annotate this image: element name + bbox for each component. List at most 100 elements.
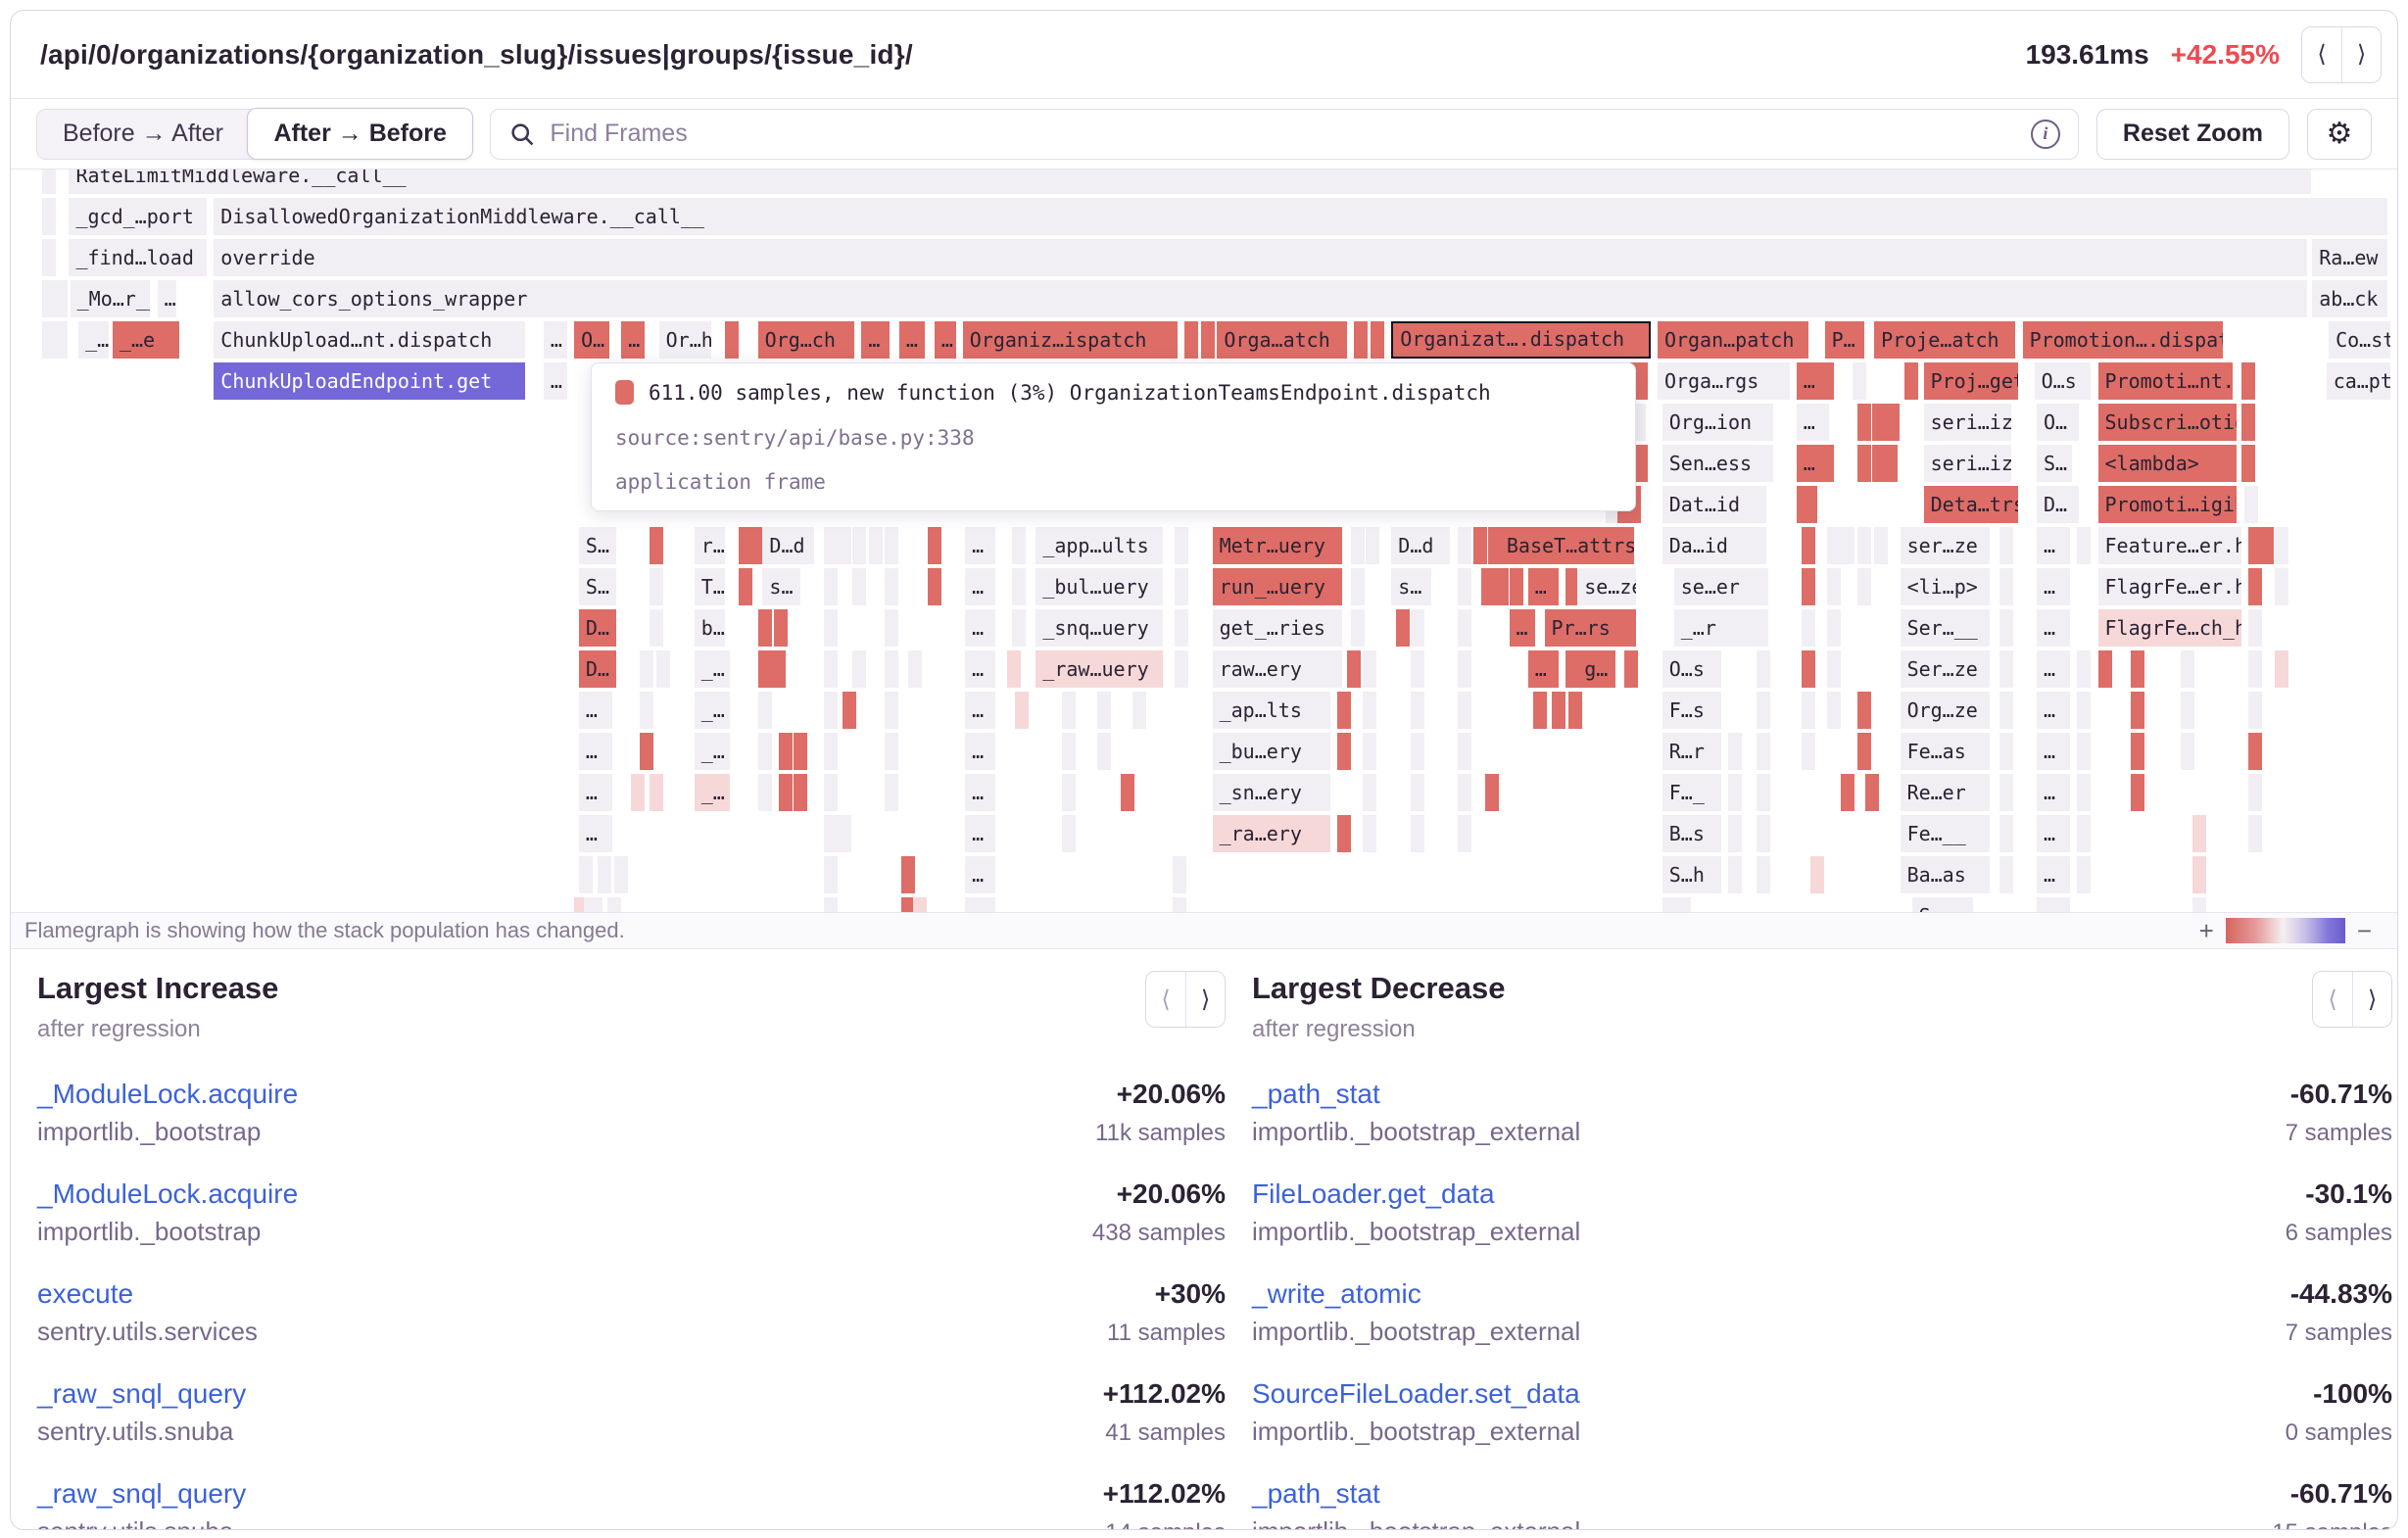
- flame-cell-sliver[interactable]: [54, 321, 68, 359]
- flame-cell-sliver[interactable]: [2248, 774, 2262, 811]
- flame-cell[interactable]: _…r: [1674, 609, 1768, 647]
- flame-cell[interactable]: …: [2037, 856, 2070, 893]
- flame-cell-sliver[interactable]: [758, 774, 772, 811]
- flame-cell-sliver[interactable]: [607, 897, 621, 912]
- function-link[interactable]: _raw_snql_query: [37, 1478, 246, 1510]
- flame-cell[interactable]: Organiz…ispatch: [963, 321, 1178, 359]
- flame-cell[interactable]: FlagrFe…ch_has: [2098, 609, 2242, 647]
- flame-cell-sliver[interactable]: [824, 733, 838, 770]
- flame-cell[interactable]: Ser…ze: [1901, 650, 1990, 688]
- flame-cell-sliver[interactable]: [1485, 774, 1499, 811]
- flame-cell-sliver[interactable]: [908, 650, 922, 688]
- flame-cell[interactable]: BaseT…attrs: [1500, 527, 1634, 564]
- flame-cell-sliver[interactable]: [584, 897, 602, 912]
- flame-cell-sliver[interactable]: [928, 568, 941, 605]
- flame-cell-sliver[interactable]: [1999, 774, 2013, 811]
- flame-cell-sliver[interactable]: [656, 650, 670, 688]
- flame-cell[interactable]: _…e: [113, 321, 180, 359]
- flame-cell-sliver[interactable]: [640, 650, 653, 688]
- flame-cell-sliver[interactable]: [1872, 404, 1886, 441]
- flame-cell[interactable]: Organ…patch: [1658, 321, 1808, 359]
- flame-cell-sliver[interactable]: [1396, 609, 1410, 647]
- flame-cell-sliver[interactable]: [1624, 650, 1638, 688]
- flame-cell-sliver[interactable]: [640, 733, 653, 770]
- flame-cell-sliver[interactable]: [2077, 815, 2091, 852]
- flame-cell-sliver[interactable]: [852, 650, 866, 688]
- flame-cell-sliver[interactable]: [2077, 733, 2091, 770]
- flame-cell-sliver[interactable]: [2131, 692, 2144, 729]
- find-frames-field[interactable]: Find Frames i: [490, 109, 2079, 160]
- flame-cell-sliver[interactable]: [1411, 815, 1424, 852]
- flame-cell-sliver[interactable]: [1062, 692, 1076, 729]
- flame-cell-sliver[interactable]: [1363, 692, 1376, 729]
- flame-cell-sliver[interactable]: [1458, 650, 1471, 688]
- chevron-right-icon[interactable]: ⟩: [2352, 972, 2391, 1027]
- flame-cell-sliver[interactable]: [1886, 404, 1900, 441]
- flame-cell-sliver[interactable]: [1175, 568, 1188, 605]
- flame-cell-sliver[interactable]: [2260, 527, 2274, 564]
- flame-cell-sliver[interactable]: [779, 774, 793, 811]
- flame-cell[interactable]: r…: [695, 527, 725, 564]
- flame-cell[interactable]: Dat…id: [1662, 486, 1766, 523]
- flame-cell-sliver[interactable]: [1999, 733, 2013, 770]
- flame-cell[interactable]: _ra…ery: [1213, 815, 1330, 852]
- flame-cell-sliver[interactable]: [913, 897, 927, 912]
- flame-cell-sliver[interactable]: [1351, 609, 1365, 647]
- flame-cell[interactable]: …: [1528, 650, 1559, 688]
- flame-cell-sliver[interactable]: [1857, 568, 1871, 605]
- flame-cell-sliver[interactable]: [2098, 650, 2112, 688]
- flame-cell-sliver[interactable]: [928, 527, 941, 564]
- flame-cell-sliver[interactable]: [650, 527, 663, 564]
- function-link[interactable]: _ModuleLock.acquire: [37, 1079, 298, 1110]
- flame-cell[interactable]: R…r: [1662, 733, 1721, 770]
- flame-cell[interactable]: …: [965, 815, 995, 852]
- flame-cell-sliver[interactable]: [2181, 733, 2194, 770]
- flame-cell-sliver[interactable]: [824, 527, 838, 564]
- flame-cell-sliver[interactable]: [2241, 362, 2255, 400]
- flame-cell[interactable]: S…h: [1662, 856, 1721, 893]
- flame-cell[interactable]: Pr…rs: [1545, 609, 1637, 647]
- flame-cell-sliver[interactable]: [1097, 733, 1111, 770]
- flame-cell-sliver[interactable]: [2037, 897, 2070, 912]
- flame-cell[interactable]: Deta…trs: [1924, 486, 2018, 523]
- flame-cell-sliver[interactable]: [1458, 815, 1471, 852]
- flame-cell-sliver[interactable]: [2077, 527, 2091, 564]
- flame-cell-sliver[interactable]: [1827, 692, 1841, 729]
- flame-cell-sliver[interactable]: [885, 568, 898, 605]
- flame-cell-sliver[interactable]: [885, 692, 898, 729]
- flame-cell-sliver[interactable]: [1411, 733, 1424, 770]
- flame-cell[interactable]: O…: [574, 321, 609, 359]
- flame-cell-sliver[interactable]: [1728, 733, 1742, 770]
- flame-cell-sliver[interactable]: [1354, 321, 1368, 359]
- flame-cell[interactable]: …: [2037, 733, 2070, 770]
- toggle-before-after[interactable]: Before → After: [37, 110, 249, 159]
- flame-cell-sliver[interactable]: [1363, 815, 1376, 852]
- flame-cell-sliver[interactable]: [1865, 774, 1879, 811]
- flame-cell[interactable]: Proje…atch: [1874, 321, 2015, 359]
- flame-cell[interactable]: _raw…uery: [1035, 650, 1163, 688]
- flame-cell-sliver[interactable]: [838, 527, 851, 564]
- flame-cell[interactable]: DisallowedOrganizationMiddleware.__call_…: [214, 198, 2387, 235]
- flame-cell-sliver[interactable]: [1802, 650, 1815, 688]
- flame-cell-sliver[interactable]: [1337, 733, 1351, 770]
- flame-cell-sliver[interactable]: [852, 527, 866, 564]
- flame-cell-sliver[interactable]: [1841, 527, 1854, 564]
- function-link[interactable]: execute: [37, 1278, 133, 1310]
- flame-cell[interactable]: B…s: [1662, 815, 1721, 852]
- flame-cell-sliver[interactable]: [869, 527, 883, 564]
- flame-cell[interactable]: _…: [695, 774, 730, 811]
- flame-cell-sliver[interactable]: [2192, 856, 2206, 893]
- flame-cell-sliver[interactable]: [794, 774, 807, 811]
- flame-cell[interactable]: Or…h: [659, 321, 711, 359]
- flame-cell-sliver[interactable]: [2248, 692, 2262, 729]
- flame-cell-sliver[interactable]: [2077, 650, 2091, 688]
- chevron-left-icon[interactable]: ⟨: [1146, 972, 1185, 1027]
- flame-cell[interactable]: b…: [695, 609, 725, 647]
- flame-cell-sliver[interactable]: [1062, 815, 1076, 852]
- flame-cell[interactable]: _bul…uery: [1035, 568, 1163, 605]
- flame-cell[interactable]: D…d: [1391, 527, 1450, 564]
- flame-cell[interactable]: Feature…er.has: [2098, 527, 2242, 564]
- flame-cell[interactable]: _…: [695, 733, 730, 770]
- flame-cell-sliver[interactable]: [2181, 692, 2194, 729]
- flame-cell[interactable]: …: [2037, 692, 2070, 729]
